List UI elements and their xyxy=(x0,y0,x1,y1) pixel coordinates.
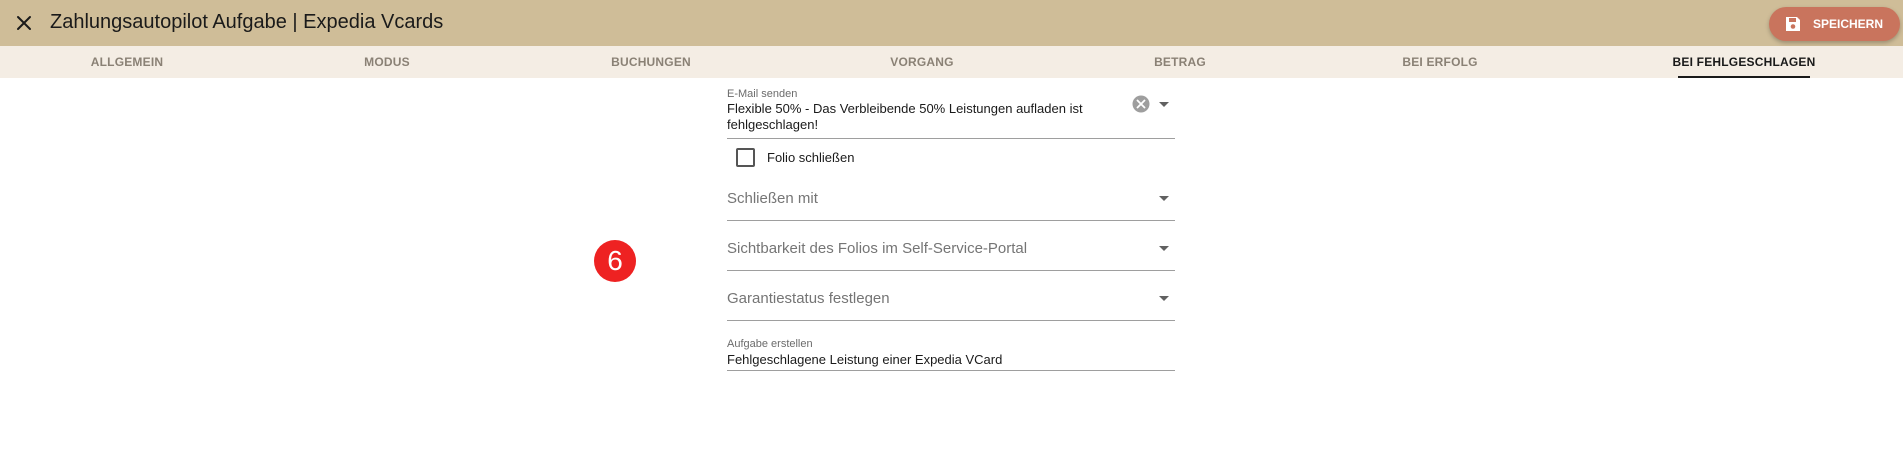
close-with-select[interactable]: Schließen mit xyxy=(727,174,1175,221)
email-label: E-Mail senden xyxy=(727,88,798,100)
save-button-label: SPEICHERN xyxy=(1813,17,1884,31)
create-task-label: Aufgabe erstellen xyxy=(727,338,813,350)
guarantee-status-placeholder: Garantiestatus festlegen xyxy=(727,290,890,307)
tab-betrag[interactable]: BETRAG xyxy=(1150,46,1210,78)
save-icon xyxy=(1785,16,1801,32)
tab-bei-erfolg[interactable]: BEI ERFOLG xyxy=(1400,46,1480,78)
close-folio-checkbox[interactable] xyxy=(736,148,755,167)
save-button[interactable]: SPEICHERN xyxy=(1769,7,1900,41)
email-value-line1: Flexible 50% - Das Verbleibende 50% Leis… xyxy=(727,101,1083,116)
email-select[interactable]: E-Mail senden Flexible 50% - Das Verblei… xyxy=(727,78,1175,139)
tab-buchungen[interactable]: BUCHUNGEN xyxy=(605,46,697,78)
clear-icon[interactable] xyxy=(1132,95,1150,113)
guarantee-status-select[interactable]: Garantiestatus festlegen xyxy=(727,274,1175,321)
tab-bei-fehlgeschlagen[interactable]: BEI FEHLGESCHLAGEN xyxy=(1673,46,1815,78)
create-task-value: Fehlgeschlagene Leistung einer Expedia V… xyxy=(727,352,1003,367)
email-value-line2: fehlgeschlagen! xyxy=(727,117,819,132)
folio-visibility-select[interactable]: Sichtbarkeit des Folios im Self-Service-… xyxy=(727,224,1175,271)
page-title: Zahlungsautopilot Aufgabe | Expedia Vcar… xyxy=(50,11,444,33)
close-with-placeholder: Schließen mit xyxy=(727,190,818,207)
tab-vorgang[interactable]: VORGANG xyxy=(884,46,960,78)
tab-bar: ALLGEMEIN MODUS BUCHUNGEN VORGANG BETRAG… xyxy=(0,46,1903,78)
chevron-down-icon xyxy=(1159,102,1169,107)
folio-visibility-placeholder: Sichtbarkeit des Folios im Self-Service-… xyxy=(727,240,1028,257)
close-folio-checkbox-row[interactable]: Folio schließen xyxy=(736,148,854,167)
chevron-down-icon xyxy=(1159,246,1169,251)
app-header: Zahlungsautopilot Aufgabe | Expedia Vcar… xyxy=(0,0,1903,46)
close-button[interactable] xyxy=(8,7,40,39)
step-number-badge: 6 xyxy=(594,240,636,282)
create-task-field[interactable]: Aufgabe erstellen Fehlgeschlagene Leistu… xyxy=(727,324,1175,371)
close-icon xyxy=(17,16,31,30)
chevron-down-icon xyxy=(1159,196,1169,201)
chevron-down-icon xyxy=(1159,296,1169,301)
tab-allgemein[interactable]: ALLGEMEIN xyxy=(82,46,172,78)
tab-modus[interactable]: MODUS xyxy=(351,46,423,78)
close-folio-label: Folio schließen xyxy=(767,150,855,165)
